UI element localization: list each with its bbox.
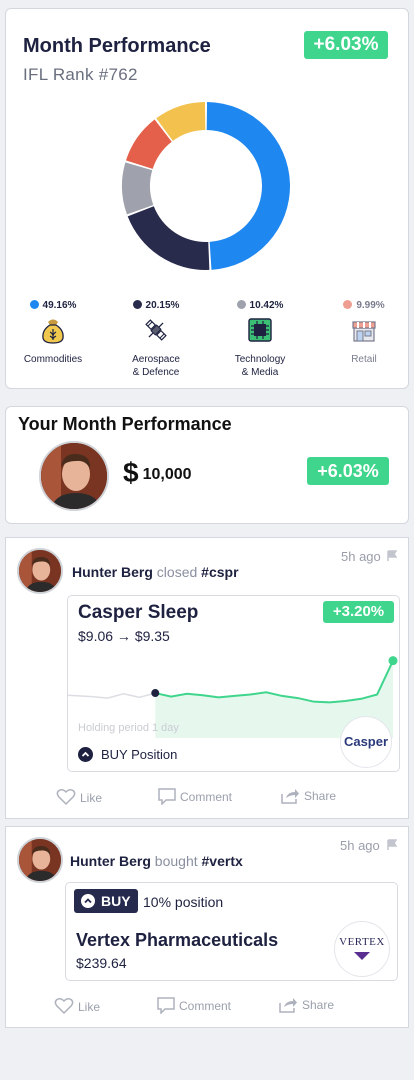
timestamp: 5h ago (341, 549, 381, 564)
store-icon (352, 321, 376, 342)
legend-retail[interactable]: 9.99% Retail (314, 299, 414, 366)
vertex-triangle-icon (354, 952, 370, 960)
donut-slice-2[interactable] (122, 162, 154, 215)
stock-name: Vertex Pharmaceuticals (76, 930, 279, 950)
comment-icon (157, 997, 175, 1015)
trade-change-badge: +3.20% (323, 601, 394, 623)
stock-price: $239.64 (76, 955, 127, 971)
stock-price-change: $9.06 → $9.35 (78, 628, 170, 644)
stock-name: Casper Sleep (78, 602, 199, 623)
trade-card[interactable]: BUY 10% position Vertex Pharmaceuticals … (65, 882, 398, 981)
feed-card[interactable]: Hunter Berg bought #vertx 5h ago BUY 10%… (5, 826, 409, 1028)
timestamp: 5h ago (340, 838, 380, 853)
donut-slice-0[interactable] (206, 102, 290, 270)
portfolio-amount: $10,000 (123, 457, 192, 488)
legend-pct: 49.16% (42, 300, 77, 311)
legend-aerospace[interactable]: 20.15% Aerospace & Defence (106, 299, 206, 379)
user-name[interactable]: Hunter Berg (72, 564, 153, 580)
holding-period: Holding period 1 day (78, 722, 179, 734)
avatar[interactable] (17, 837, 63, 883)
donut-slice-1[interactable] (127, 206, 210, 270)
month-change-badge: +6.03% (304, 31, 388, 59)
buy-arrow-icon (78, 747, 93, 762)
legend-technology[interactable]: 10.42% Technology & Media (210, 299, 310, 379)
exit-point (388, 656, 398, 666)
month-performance-card: Month Performance IFL Rank #762 +6.03% 4… (5, 8, 409, 389)
legend-commodities[interactable]: 49.16% Commodities (3, 299, 103, 366)
comment-button[interactable]: Comment (157, 997, 231, 1015)
legend-label: Aerospace & Defence (132, 354, 180, 378)
allocation-donut-chart (122, 102, 290, 270)
flag-icon[interactable] (387, 839, 397, 851)
heart-icon (54, 998, 74, 1015)
trade-card[interactable]: Casper Sleep $9.06 → $9.35 +3.20% Holdin… (67, 595, 400, 772)
entry-point (151, 689, 160, 698)
satellite-icon (145, 319, 167, 341)
legend-pct: 9.99% (356, 300, 385, 311)
comment-icon (158, 788, 176, 806)
vertex-logo: VERTEX (334, 921, 390, 977)
legend-label: Retail (351, 354, 377, 365)
share-button[interactable]: Share (281, 788, 336, 804)
casper-logo: Casper (340, 716, 392, 768)
legend-pct: 20.15% (145, 300, 180, 311)
position-size: 10% position (143, 894, 224, 910)
user-name[interactable]: Hunter Berg (70, 853, 151, 869)
share-icon (281, 789, 299, 804)
feed-header: Hunter Berg closed #cspr (72, 564, 239, 580)
flag-icon[interactable] (387, 550, 397, 562)
like-button[interactable]: Like (56, 788, 102, 806)
feed-card[interactable]: Hunter Berg closed #cspr 5h ago Casper S… (5, 537, 409, 819)
buy-badge: BUY (74, 889, 138, 913)
stock-tag[interactable]: #cspr (201, 564, 238, 580)
avatar[interactable] (17, 548, 63, 594)
legend-pct: 10.42% (249, 300, 284, 311)
page-title: Month Performance (23, 35, 211, 57)
share-icon (279, 998, 297, 1013)
heart-icon (56, 789, 76, 806)
feed-header: Hunter Berg bought #vertx (70, 853, 243, 869)
your-performance-card: Your Month Performance $10,000 +6.03% (5, 406, 409, 524)
your-change-badge: +6.03% (307, 457, 389, 485)
legend-label: Commodities (23, 354, 83, 365)
commodities-icon (42, 319, 64, 344)
like-button[interactable]: Like (54, 997, 100, 1015)
chip-icon (248, 318, 272, 342)
legend-label: Technology & Media (234, 354, 286, 378)
prior-price-line (68, 692, 156, 699)
ifl-rank: IFL Rank #762 (23, 65, 138, 84)
comment-button[interactable]: Comment (158, 788, 232, 806)
stock-tag[interactable]: #vertx (202, 853, 243, 869)
buy-arrow-icon (81, 894, 95, 908)
buy-position: BUY Position (78, 747, 177, 762)
your-performance-title: Your Month Performance (18, 414, 232, 434)
share-button[interactable]: Share (279, 997, 334, 1013)
avatar[interactable] (39, 441, 109, 511)
